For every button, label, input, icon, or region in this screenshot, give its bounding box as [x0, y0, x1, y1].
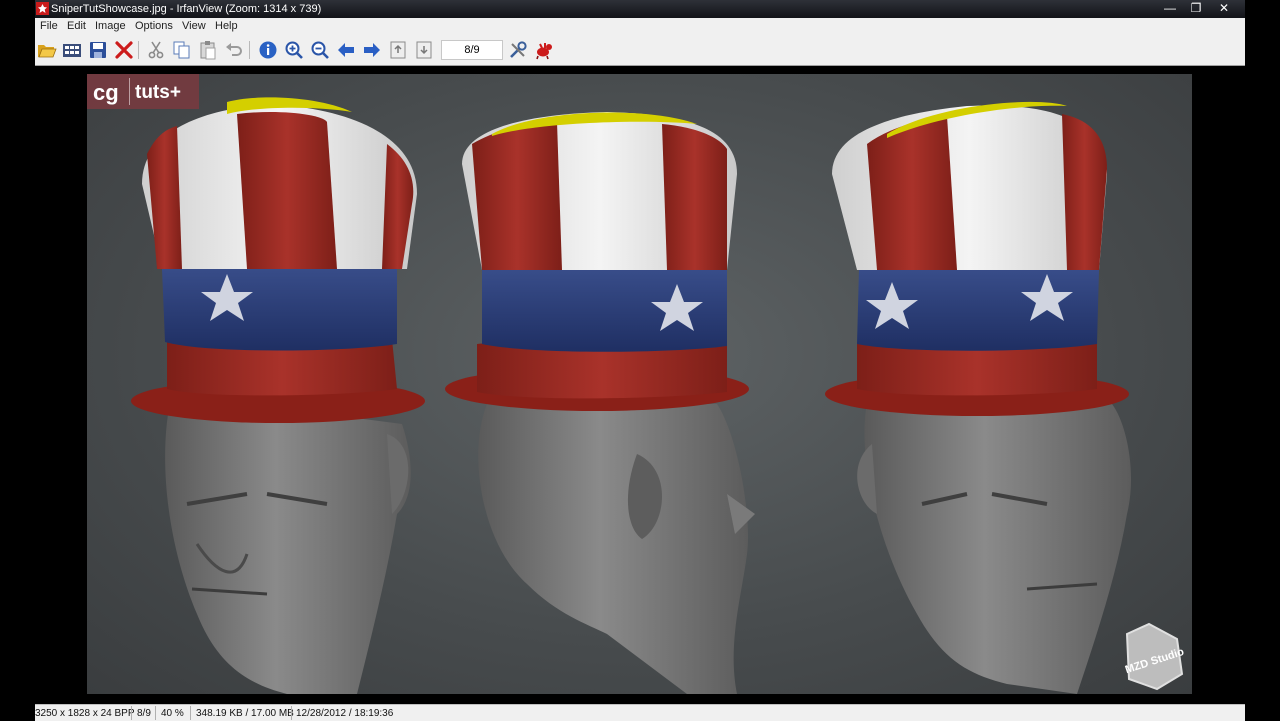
mzd-studio-watermark: MZD Studio: [1124, 622, 1186, 691]
status-separator: [155, 706, 156, 720]
toolbar-separator: [249, 41, 250, 59]
undo-button[interactable]: [224, 40, 244, 60]
menu-bar: File Edit Image Options View Help: [35, 18, 1245, 36]
window-title: SniperTutShowcase.jpg - IrfanView (Zoom:…: [51, 3, 322, 15]
open-button[interactable]: [37, 40, 57, 60]
previous-icon: [338, 43, 354, 57]
previous-button[interactable]: [336, 40, 356, 60]
save-icon: [90, 42, 106, 58]
properties-button[interactable]: [508, 40, 528, 60]
status-dimensions: 3250 x 1828 x 24 BPP: [35, 708, 135, 719]
cut-button[interactable]: [146, 40, 166, 60]
status-separator: [131, 706, 132, 720]
paste-button[interactable]: [198, 40, 218, 60]
next-button[interactable]: [362, 40, 382, 60]
undo-icon: [226, 43, 242, 56]
last-page-button[interactable]: [414, 40, 434, 60]
toolbar-separator: [138, 41, 139, 59]
minimize-button[interactable]: —: [1157, 1, 1183, 15]
status-zoom: 40 %: [161, 708, 184, 719]
first-page-icon: [390, 41, 406, 59]
copy-icon: [173, 41, 190, 59]
menu-file[interactable]: File: [40, 20, 58, 32]
thumbnails-icon: [63, 44, 81, 57]
irfanview-logo-icon: [536, 43, 552, 60]
cgtuts-logo: cg tuts+: [87, 74, 199, 109]
restore-button[interactable]: ❐: [1183, 1, 1209, 15]
copy-button[interactable]: [172, 40, 192, 60]
thumbnails-button[interactable]: [62, 40, 82, 60]
logo-text-cg: cg: [93, 80, 119, 105]
restore-icon: ❐: [1190, 1, 1202, 15]
status-separator: [291, 706, 292, 720]
open-folder-icon: [38, 45, 57, 58]
page-number-field[interactable]: [441, 40, 503, 60]
info-icon: [259, 41, 277, 59]
image-viewport[interactable]: MZD Studio cg tuts+: [35, 66, 1245, 704]
first-page-button[interactable]: [388, 40, 408, 60]
last-page-icon: [416, 41, 432, 59]
next-icon: [364, 43, 380, 57]
toolbar: [35, 35, 1245, 66]
displayed-image: MZD Studio cg tuts+: [87, 74, 1192, 694]
menu-edit[interactable]: Edit: [67, 20, 86, 32]
sniper-hat-renders: MZD Studio: [131, 97, 1186, 694]
status-filesize: 348.19 KB / 17.00 MB: [196, 708, 294, 719]
logo-text-tuts: tuts+: [135, 82, 181, 103]
menu-view[interactable]: View: [182, 20, 206, 32]
status-datetime: 12/28/2012 / 18:19:36: [296, 708, 394, 719]
menu-help[interactable]: Help: [215, 20, 238, 32]
menu-options[interactable]: Options: [135, 20, 173, 32]
menu-image[interactable]: Image: [95, 20, 126, 32]
close-window-button[interactable]: ✕: [1211, 1, 1237, 15]
info-button[interactable]: [258, 40, 278, 60]
properties-icon: [510, 41, 527, 58]
status-page: 8/9: [137, 708, 151, 719]
delete-icon: [115, 41, 133, 59]
save-button[interactable]: [88, 40, 108, 60]
close-icon: ✕: [1218, 1, 1230, 15]
render-right-view: [825, 101, 1132, 694]
irfanview-about-button[interactable]: [534, 40, 554, 60]
paste-icon: [200, 41, 216, 60]
status-separator: [190, 706, 191, 720]
irfanview-app-icon[interactable]: [36, 2, 49, 15]
zoom-out-button[interactable]: [310, 40, 330, 60]
delete-button[interactable]: [114, 40, 134, 60]
status-bar: 3250 x 1828 x 24 BPP 8/9 40 % 348.19 KB …: [35, 704, 1245, 721]
render-front-view: [131, 97, 425, 694]
cut-icon: [148, 41, 164, 59]
title-bar: SniperTutShowcase.jpg - IrfanView (Zoom:…: [35, 0, 1245, 18]
minimize-icon: —: [1164, 1, 1176, 15]
irfanview-window: SniperTutShowcase.jpg - IrfanView (Zoom:…: [35, 0, 1245, 721]
zoom-in-icon: [285, 41, 303, 59]
zoom-out-icon: [311, 41, 329, 59]
zoom-in-button[interactable]: [284, 40, 304, 60]
render-side-view: [445, 112, 755, 694]
